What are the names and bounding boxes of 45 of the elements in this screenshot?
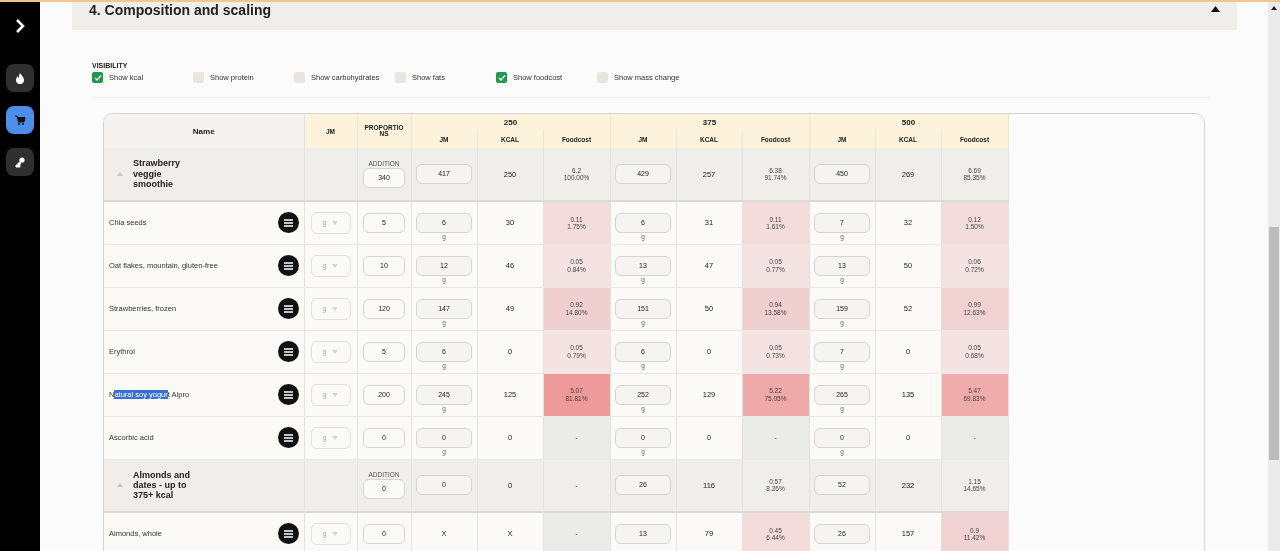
menu-button[interactable] bbox=[277, 255, 299, 276]
flame-icon bbox=[14, 72, 26, 84]
key-nav-item[interactable] bbox=[6, 148, 34, 176]
menu-icon bbox=[283, 390, 293, 399]
menu-button[interactable] bbox=[277, 212, 299, 234]
expand-icon[interactable] bbox=[14, 18, 26, 34]
caret-icon bbox=[332, 531, 339, 536]
scale-header: 250 bbox=[411, 114, 610, 130]
menu-icon bbox=[283, 261, 293, 270]
caret-icon bbox=[332, 220, 339, 225]
caret-icon bbox=[332, 349, 339, 354]
caret-icon bbox=[332, 392, 339, 397]
group-name: Strawberry veggie smoothie bbox=[133, 158, 182, 190]
checkbox[interactable] bbox=[193, 72, 204, 83]
menu-button[interactable] bbox=[277, 384, 299, 405]
cart-icon bbox=[14, 114, 26, 126]
menu-icon bbox=[283, 347, 293, 356]
scale-header: 375 bbox=[610, 114, 809, 130]
checkbox[interactable] bbox=[92, 72, 103, 83]
scale-header: 500 bbox=[809, 114, 1008, 130]
caret-icon bbox=[332, 263, 339, 268]
menu-button[interactable] bbox=[277, 427, 299, 448]
section-title: 4. Composition and scaling bbox=[89, 2, 272, 18]
menu-button[interactable] bbox=[277, 341, 299, 362]
scroll-up-icon[interactable] bbox=[1271, 6, 1277, 10]
scrollbar[interactable] bbox=[1268, 2, 1280, 551]
menu-icon bbox=[283, 433, 293, 442]
menu-icon bbox=[283, 304, 293, 313]
checkbox[interactable] bbox=[597, 72, 608, 83]
menu-button[interactable] bbox=[277, 523, 299, 545]
checkbox[interactable] bbox=[496, 72, 507, 83]
caret-icon[interactable] bbox=[1211, 6, 1220, 12]
menu-icon bbox=[283, 218, 293, 227]
column-header: Name bbox=[104, 114, 304, 148]
group-name: Almonds and dates - up to 375+ kcal bbox=[133, 469, 191, 501]
menu-icon bbox=[283, 529, 293, 538]
flame-nav-item[interactable] bbox=[6, 64, 34, 92]
menu-button[interactable] bbox=[277, 298, 299, 319]
section-header[interactable]: 4. Composition and scaling bbox=[72, 2, 1237, 30]
key-icon bbox=[14, 156, 26, 168]
cart-nav-item[interactable] bbox=[6, 106, 34, 134]
caret-icon bbox=[332, 435, 339, 440]
checkbox[interactable] bbox=[395, 72, 406, 83]
checkbox[interactable] bbox=[294, 72, 305, 83]
caret-icon bbox=[332, 306, 339, 311]
